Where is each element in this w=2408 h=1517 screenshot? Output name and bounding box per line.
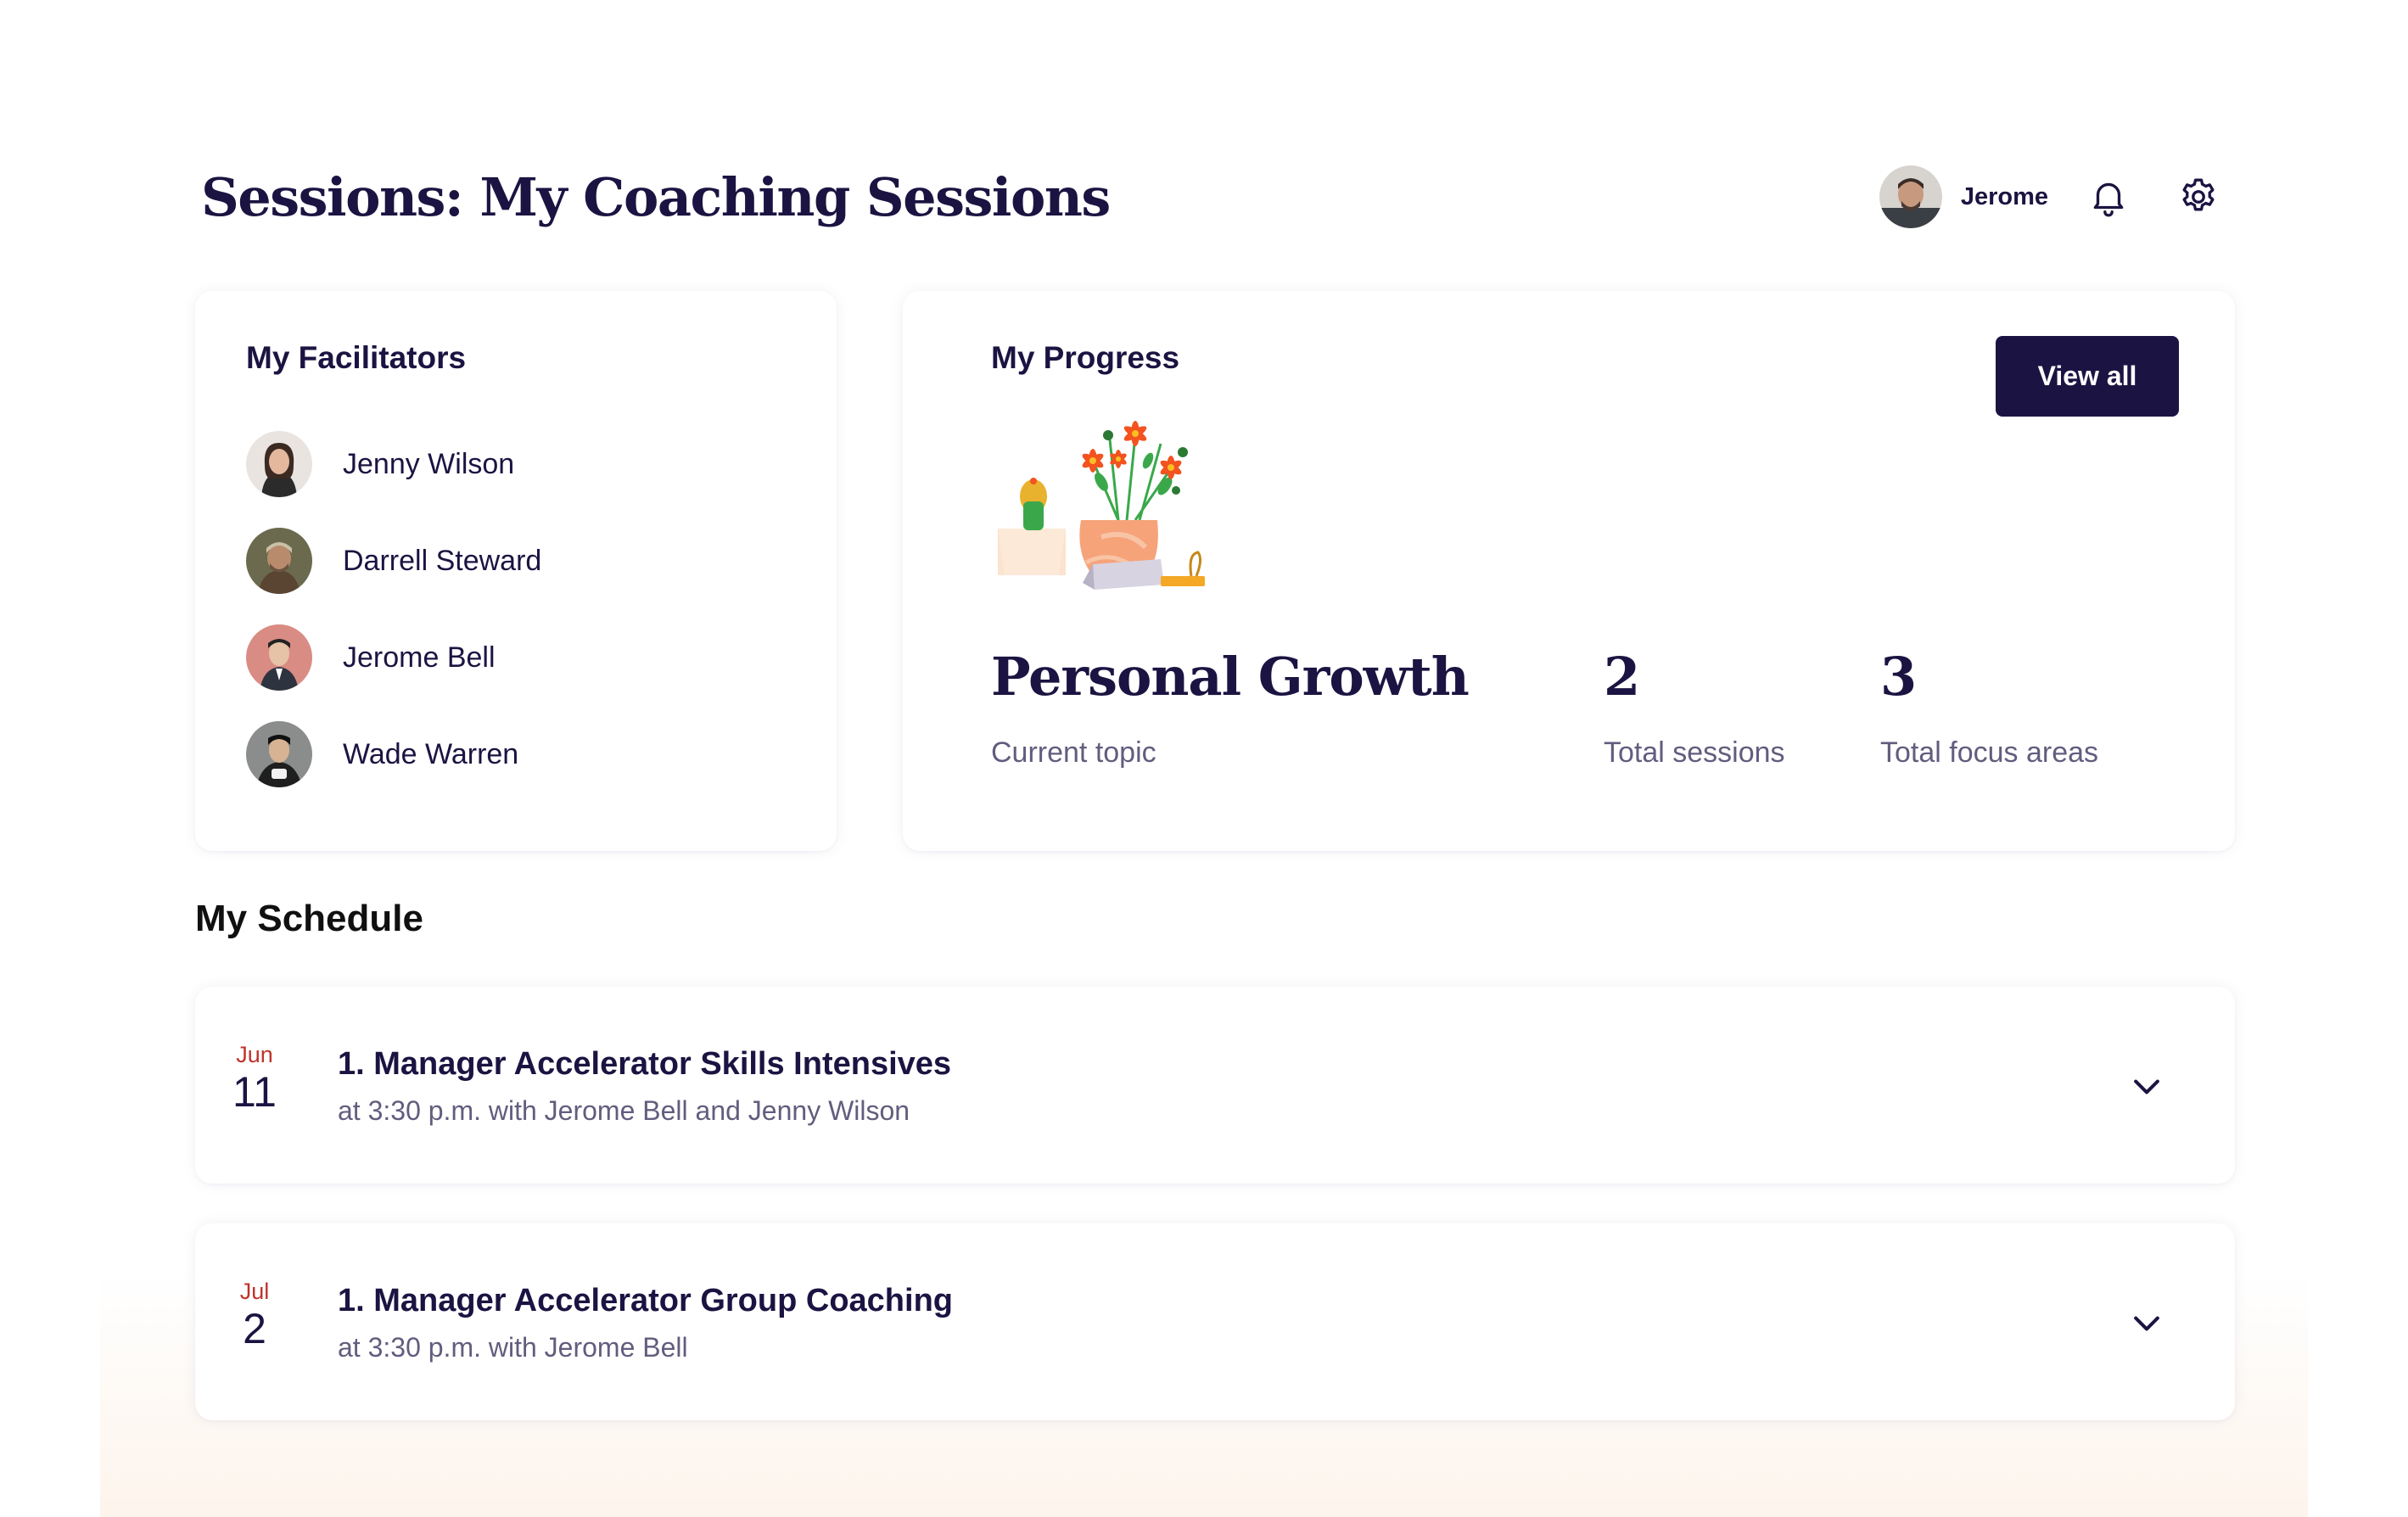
user-name[interactable]: Jerome: [1961, 183, 2048, 211]
session-day: 2: [243, 1305, 266, 1352]
facilitator-item[interactable]: Darrell Steward: [246, 528, 541, 594]
total-sessions-value: 2: [1604, 646, 1640, 708]
facilitator-name: Jerome Bell: [343, 641, 496, 674]
avatar: [246, 431, 312, 497]
facilitators-list: Jenny Wilson Darrell Steward Jerome Bell…: [246, 431, 541, 818]
schedule-title: My Schedule: [195, 898, 423, 939]
expand-session-button[interactable]: [2128, 1305, 2165, 1342]
session-month: Jul: [239, 1279, 270, 1304]
session-date: Jul 2: [221, 1278, 288, 1352]
avatar: [246, 528, 312, 594]
session-title: 1. Manager Accelerator Skills Intensives: [338, 1046, 952, 1082]
session-day: 11: [232, 1068, 277, 1116]
notifications-button[interactable]: [2084, 172, 2133, 221]
plant-illustration: [991, 401, 1212, 596]
session-title: 1. Manager Accelerator Group Coaching: [338, 1283, 953, 1318]
session-date: Jun 11: [221, 1041, 288, 1116]
facilitator-name: Wade Warren: [343, 737, 519, 770]
page-title: Sessions: My Coaching Sessions: [201, 166, 1111, 228]
avatar[interactable]: [1879, 165, 1942, 228]
progress-title: My Progress: [991, 340, 1180, 375]
total-focus-areas-value: 3: [1880, 646, 1917, 708]
current-topic-label: Current topic: [991, 736, 1156, 769]
session-month: Jun: [236, 1042, 273, 1067]
session-details: at 3:30 p.m. with Jerome Bell and Jenny …: [338, 1095, 910, 1126]
current-topic-value: Personal Growth: [991, 646, 1470, 708]
session-details: at 3:30 p.m. with Jerome Bell: [338, 1332, 688, 1363]
total-sessions-label: Total sessions: [1604, 736, 1785, 769]
facilitator-name: Jenny Wilson: [343, 447, 515, 480]
facilitator-item[interactable]: Wade Warren: [246, 721, 541, 787]
facilitators-title: My Facilitators: [246, 340, 467, 375]
facilitator-item[interactable]: Jerome Bell: [246, 624, 541, 691]
facilitators-card: My Facilitators Jenny Wilson Darrell Ste…: [195, 291, 837, 851]
chevron-down-icon: [2134, 1316, 2159, 1331]
avatar: [246, 721, 312, 787]
bell-icon: [2093, 182, 2124, 217]
sessions-page: Sessions: My Coaching Sessions Jerome My…: [0, 0, 2408, 1517]
session-card[interactable]: Jul 2 1. Manager Accelerator Group Coach…: [195, 1223, 2235, 1420]
total-focus-areas-label: Total focus areas: [1880, 736, 2099, 769]
expand-session-button[interactable]: [2128, 1068, 2165, 1106]
settings-button[interactable]: [2174, 172, 2223, 221]
progress-card: My Progress View all Personal Growth Cur…: [903, 291, 2235, 851]
header-user-area: Jerome: [1879, 165, 2223, 228]
facilitator-item[interactable]: Jenny Wilson: [246, 431, 541, 497]
chevron-down-icon: [2134, 1079, 2159, 1094]
facilitator-name: Darrell Steward: [343, 544, 542, 577]
gear-icon: [2182, 178, 2215, 211]
view-all-button[interactable]: View all: [1996, 336, 2179, 417]
session-card[interactable]: Jun 11 1. Manager Accelerator Skills Int…: [195, 987, 2235, 1184]
avatar: [246, 624, 312, 691]
